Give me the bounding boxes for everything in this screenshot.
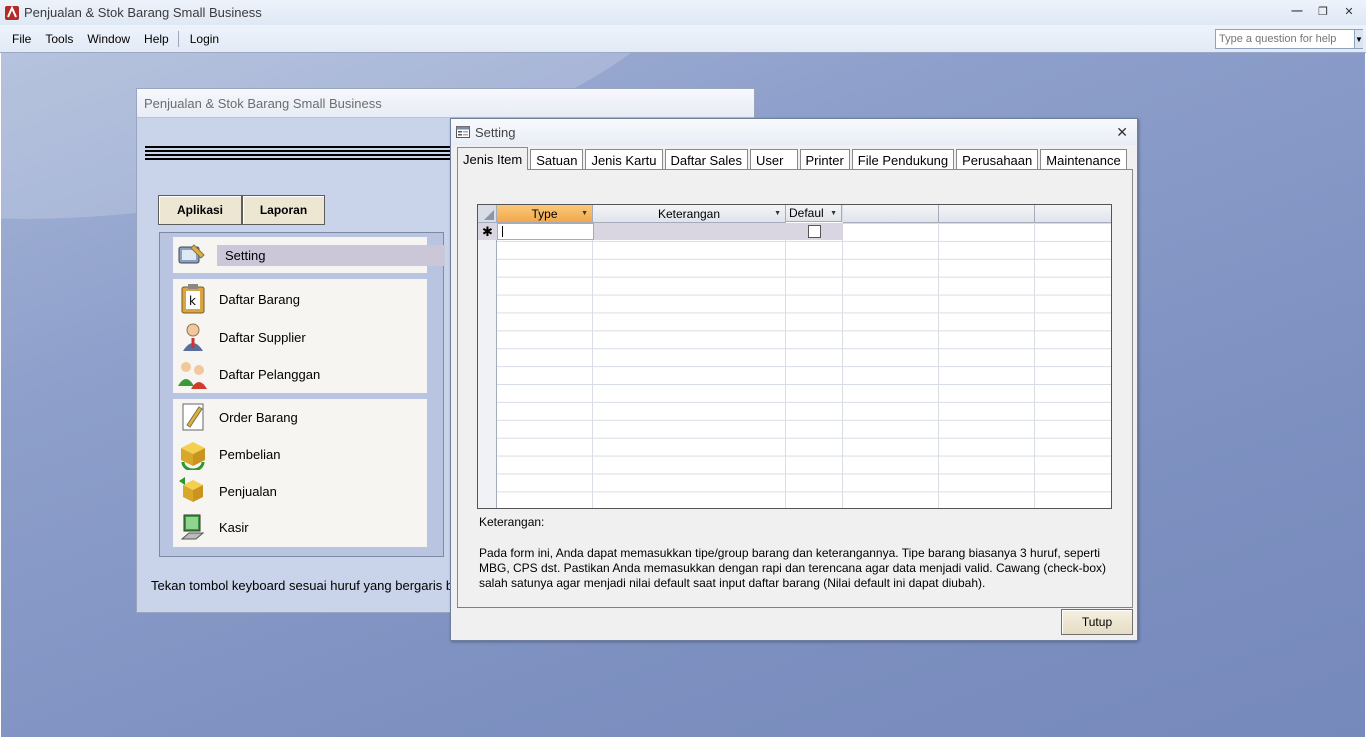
menubar: File Tools Window Help Login ▼ xyxy=(0,25,1366,53)
tab-printer[interactable]: Printer xyxy=(799,149,850,170)
tab-user[interactable]: User xyxy=(750,149,798,170)
app-titlebar: Penjualan & Stok Barang Small Business —… xyxy=(0,0,1366,25)
tab-file-pendukung[interactable]: File Pendukung xyxy=(851,149,955,170)
computer-icon xyxy=(177,511,209,543)
main-form-title: Penjualan & Stok Barang Small Business xyxy=(137,89,754,118)
menu-item-daftar-barang[interactable]: k Daftar Barang xyxy=(177,283,300,315)
menu-file[interactable]: File xyxy=(6,32,37,46)
menu-group-transaksi: Order Barang Pembelian Penjualan Kasir xyxy=(173,399,427,547)
menu-item-penjualan[interactable]: Penjualan xyxy=(177,475,277,507)
tab-daftar-sales[interactable]: Daftar Sales xyxy=(664,149,749,170)
laporan-button[interactable]: Laporan xyxy=(242,195,325,225)
svg-text:k: k xyxy=(189,294,196,308)
menu-item-daftar-pelanggan[interactable]: Daftar Pelanggan xyxy=(177,358,320,390)
new-record-row: ✱ xyxy=(478,223,843,240)
notepad-icon xyxy=(177,401,209,433)
column-header-label: Defaul xyxy=(789,206,824,220)
menu-group-daftar: k Daftar Barang Daftar Supplier Daftar P… xyxy=(173,279,427,393)
chevron-down-icon[interactable]: ▼ xyxy=(774,210,781,217)
menu-item-label: Order Barang xyxy=(219,409,298,425)
datasheet-grid: Type ▼ Keterangan ▼ Defaul ▼ ✱ xyxy=(477,204,1112,509)
select-all-corner[interactable] xyxy=(478,205,497,223)
box-icon xyxy=(177,475,209,507)
menu-item-label: Setting xyxy=(217,244,445,266)
column-header-empty xyxy=(1035,205,1111,223)
tab-perusahaan[interactable]: Perusahaan xyxy=(956,149,1039,170)
minimize-icon[interactable]: — xyxy=(1288,3,1306,19)
menu-item-label: Daftar Barang xyxy=(219,291,300,307)
chevron-down-icon[interactable]: ▼ xyxy=(1354,30,1363,48)
box-arrow-icon xyxy=(177,438,209,470)
menu-item-order-barang[interactable]: Order Barang xyxy=(177,401,298,433)
grid-rows xyxy=(478,223,1111,508)
tab-jenis-item[interactable]: Jenis Item xyxy=(457,147,529,170)
menu-panel: Setting k Daftar Barang Daftar Supplier xyxy=(159,232,445,557)
dialog-title: Setting xyxy=(475,124,516,140)
people-icon xyxy=(177,358,209,390)
record-selector-column xyxy=(478,223,497,508)
menu-tools[interactable]: Tools xyxy=(39,32,79,46)
menu-window[interactable]: Window xyxy=(81,32,136,46)
chevron-down-icon[interactable]: ▼ xyxy=(830,210,837,217)
keterangan-text: Pada form ini, Anda dapat memasukkan tip… xyxy=(479,546,1107,590)
menu-item-label: Daftar Pelanggan xyxy=(219,366,321,382)
column-header-keterangan[interactable]: Keterangan ▼ xyxy=(593,205,786,223)
menu-login[interactable]: Login xyxy=(184,32,225,46)
tab-maintenance[interactable]: Maintenance xyxy=(1040,149,1127,170)
decorative-lines xyxy=(145,146,455,164)
menu-group-setting: Setting xyxy=(173,237,445,273)
restore-icon[interactable]: ❐ xyxy=(1314,3,1332,19)
column-header-label: Keterangan xyxy=(657,206,721,221)
column-header-label: Type xyxy=(531,206,558,221)
menu-help[interactable]: Help xyxy=(138,32,175,46)
chevron-down-icon[interactable]: ▼ xyxy=(581,210,588,217)
new-record-icon: ✱ xyxy=(482,224,493,239)
form-icon xyxy=(456,126,470,138)
tab-satuan[interactable]: Satuan xyxy=(530,149,584,170)
person-icon xyxy=(177,321,209,353)
column-header-type[interactable]: Type ▼ xyxy=(497,205,593,223)
menu-item-label: Daftar Supplier xyxy=(219,329,306,345)
menu-item-label: Kasir xyxy=(219,519,249,535)
menu-item-label: Penjualan xyxy=(219,483,277,499)
column-header-empty xyxy=(939,205,1035,223)
app-title: Penjualan & Stok Barang Small Business xyxy=(24,5,262,20)
tab-strip: Jenis Item Satuan Jenis Kartu Daftar Sal… xyxy=(457,147,1129,170)
menu-item-kasir[interactable]: Kasir xyxy=(177,511,249,543)
close-icon[interactable]: ✕ xyxy=(1340,3,1358,19)
default-checkbox[interactable] xyxy=(808,225,821,238)
column-header-empty xyxy=(843,205,939,223)
tab-jenis-kartu[interactable]: Jenis Kartu xyxy=(585,149,663,170)
help-input[interactable] xyxy=(1216,33,1354,45)
close-icon[interactable]: ✕ xyxy=(1116,124,1128,141)
dialog-titlebar: Setting ✕ xyxy=(451,119,1137,145)
setting-dialog: Setting ✕ Jenis Item Satuan Jenis Kartu … xyxy=(450,118,1138,641)
menu-item-pembelian[interactable]: Pembelian xyxy=(177,438,280,470)
menu-item-daftar-supplier[interactable]: Daftar Supplier xyxy=(177,321,306,353)
clipboard-icon: k xyxy=(177,283,209,315)
type-cell-input[interactable] xyxy=(497,223,594,240)
aplikasi-button[interactable]: Aplikasi xyxy=(158,195,242,225)
main-form-footer: Tekan tombol keyboard sesuai huruf yang … xyxy=(151,578,454,593)
help-search-box: ▼ xyxy=(1215,29,1363,49)
menu-item-setting[interactable]: Setting xyxy=(175,239,445,271)
keterangan-label: Keterangan: xyxy=(479,515,545,529)
menu-item-label: Pembelian xyxy=(219,446,281,462)
column-header-default[interactable]: Defaul ▼ xyxy=(786,205,842,222)
access-app-icon xyxy=(5,5,19,20)
dialog-divider xyxy=(457,607,1131,608)
grid-header: Type ▼ Keterangan ▼ Defaul ▼ xyxy=(478,205,1111,223)
tutup-button[interactable]: Tutup xyxy=(1061,609,1133,635)
tab-panel-jenis-item: Type ▼ Keterangan ▼ Defaul ▼ ✱ Keteranga… xyxy=(457,169,1133,608)
tools-icon xyxy=(175,239,207,271)
menu-separator xyxy=(177,30,179,47)
